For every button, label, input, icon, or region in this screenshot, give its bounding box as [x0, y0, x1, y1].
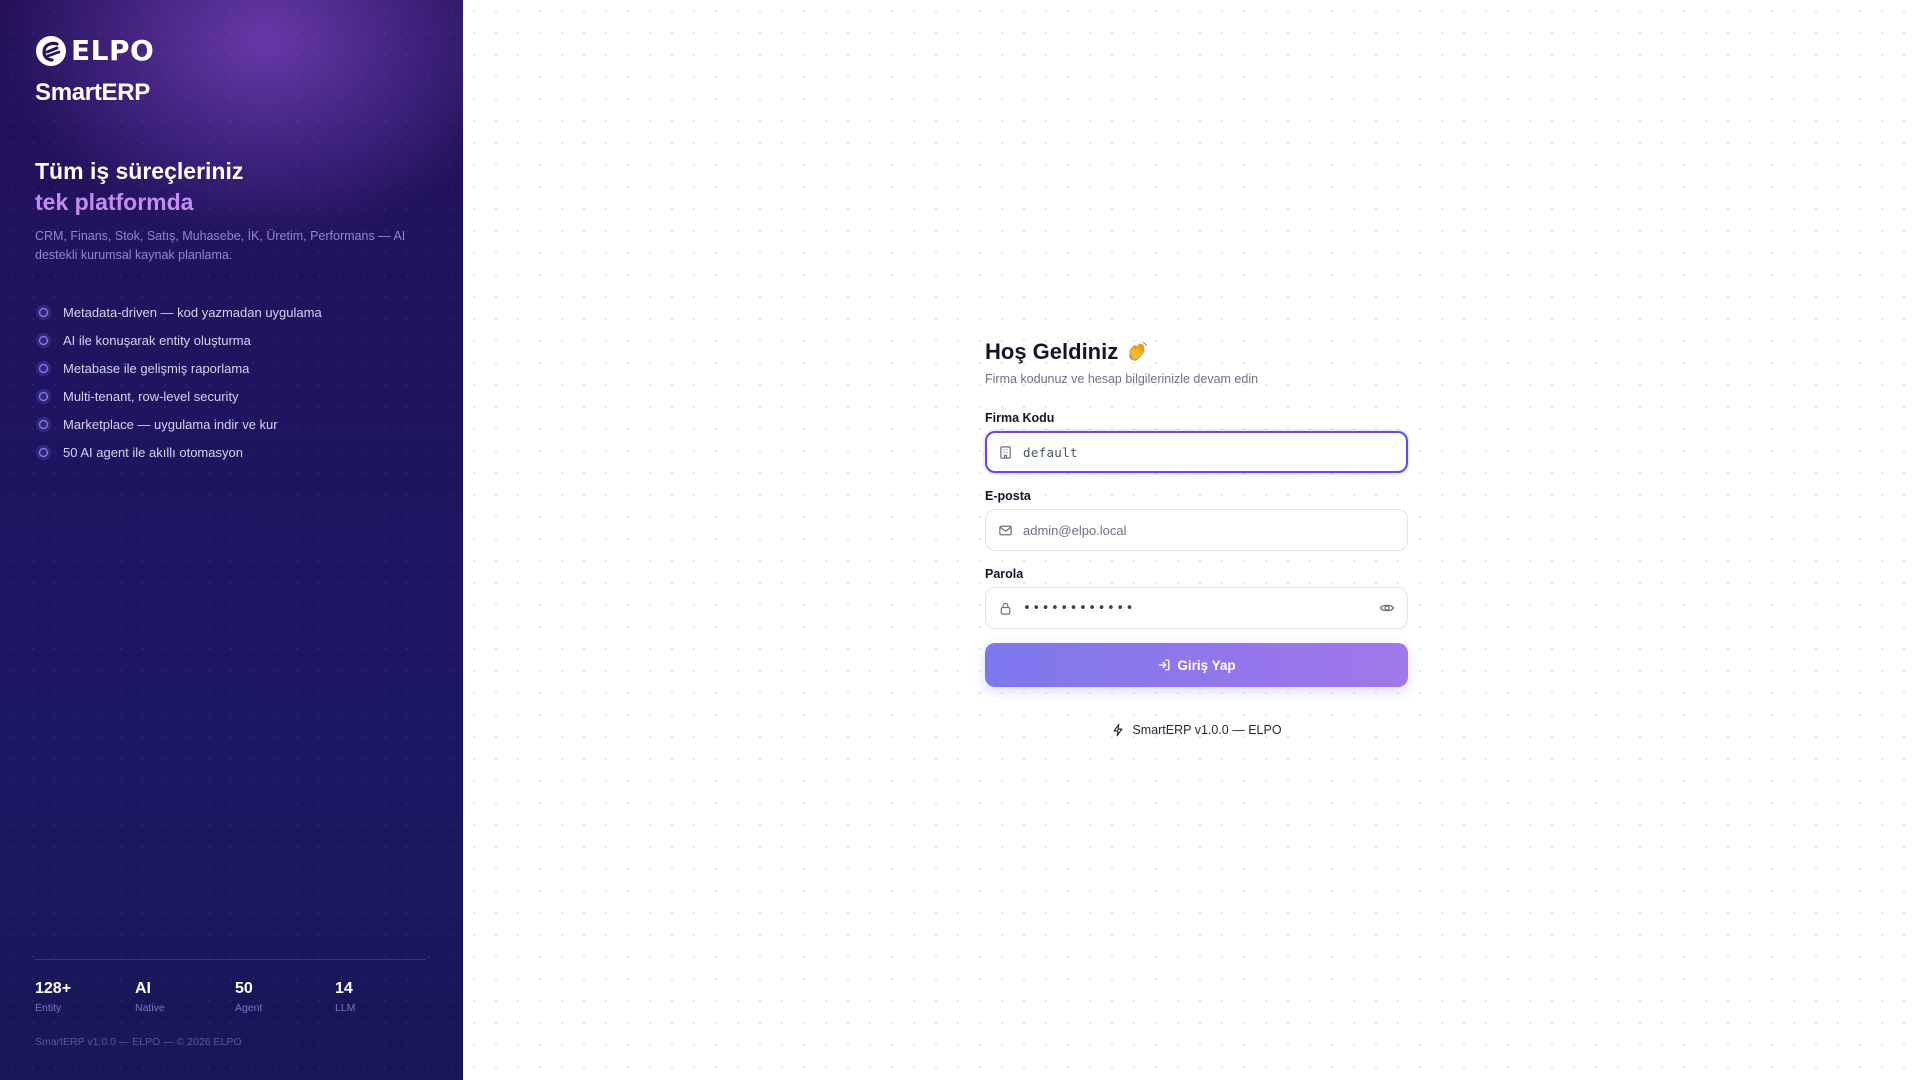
brand-description: CRM, Finans, Stok, Satış, Muhasebe, İK, …	[35, 229, 406, 262]
tagline-line-1: Tüm iş süreçleriniz	[35, 158, 244, 184]
email-box[interactable]	[985, 509, 1408, 551]
company-code-label: Firma Kodu	[985, 411, 1055, 425]
version-text: SmartERP v1.0.0 — ELPO	[1132, 723, 1282, 737]
feature-item: Multi-tenant, row-level security	[35, 382, 322, 410]
feature-item: Marketplace — uygulama indir ve kur	[35, 410, 322, 438]
stat-value: 14	[335, 980, 353, 997]
elpo-logo: ELPO	[35, 34, 154, 67]
welcome-title-text: Hoş Geldiniz	[985, 339, 1119, 364]
mail-icon	[999, 525, 1012, 535]
check-circle-icon	[35, 416, 52, 432]
stat-value: 128+	[35, 980, 72, 997]
feature-label: Metadata-driven — kod yazmadan uygulama	[63, 304, 322, 320]
tagline-line-2: tek platformda	[35, 189, 194, 215]
building-icon	[1000, 445, 1011, 459]
password-group: Parola ••••••••••••	[985, 567, 1408, 629]
password-label: Parola	[985, 567, 1024, 581]
feature-item: 50 AI agent ile akıllı otomasyon	[35, 438, 322, 466]
brand-panel: ELPO SmartERP Tüm iş süreçleriniz tek pl…	[0, 0, 463, 1080]
bolt-icon	[1113, 723, 1123, 737]
stat-label: Entity	[35, 1002, 62, 1014]
feature-item: Metabase ile gelişmiş raporlama	[35, 354, 322, 382]
stat-value: AI	[135, 980, 151, 997]
feature-label: AI ile konuşarak entity oluşturma	[63, 332, 251, 348]
password-input[interactable]: ••••••••••••	[1023, 601, 1379, 616]
check-circle-icon	[35, 360, 52, 376]
check-circle-icon	[35, 304, 52, 320]
waving-hand-icon	[1129, 341, 1148, 361]
copyright-footer: SmartERP v1.0.0 — ELPO — © 2026 ELPO	[35, 1036, 242, 1048]
welcome-heading: Hoş Geldiniz	[985, 337, 1408, 367]
login-form: Hoş Geldiniz Firma kodunuz ve hesap bilg…	[985, 337, 1408, 737]
eye-icon[interactable]	[1379, 600, 1395, 616]
email-input[interactable]	[1023, 522, 1395, 538]
feature-item: AI ile konuşarak entity oluşturma	[35, 326, 322, 354]
feature-label: Marketplace — uygulama indir ve kur	[63, 416, 278, 432]
log-in-icon	[1158, 659, 1170, 671]
elpo-logo-icon	[36, 35, 66, 66]
stat-agent: 50 Agent	[235, 979, 335, 1014]
stat-label: Native	[135, 1002, 165, 1014]
stat-label: LLM	[335, 1002, 356, 1014]
stats-divider	[35, 959, 426, 960]
company-code-group: Firma Kodu	[985, 411, 1408, 473]
company-code-box[interactable]	[985, 431, 1408, 473]
check-circle-icon	[35, 332, 52, 348]
stat-llm: 14 LLM	[335, 979, 435, 1014]
company-code-input[interactable]	[1023, 444, 1395, 460]
feature-label: 50 AI agent ile akıllı otomasyon	[63, 444, 243, 460]
check-circle-icon	[35, 444, 52, 460]
email-label: E-posta	[985, 489, 1031, 503]
feature-label: Metabase ile gelişmiş raporlama	[63, 360, 250, 376]
welcome-subtitle: Firma kodunuz ve hesap bilgilerinizle de…	[985, 372, 1259, 386]
feature-label: Multi-tenant, row-level security	[63, 388, 239, 404]
email-group: E-posta	[985, 489, 1408, 551]
login-button[interactable]: Giriş Yap	[985, 643, 1408, 687]
lock-icon	[1000, 602, 1011, 615]
stat-label: Agent	[235, 1002, 263, 1014]
stat-value: 50	[235, 980, 253, 997]
version-info: SmartERP v1.0.0 — ELPO	[985, 723, 1408, 737]
tagline: Tüm iş süreçleriniz tek platformda	[35, 156, 243, 218]
stat-ai: AI Native	[135, 979, 235, 1014]
brand-content: ELPO SmartERP Tüm iş süreçleriniz tek pl…	[35, 0, 428, 1080]
logo-text: ELPO	[71, 34, 155, 67]
feature-item: Metadata-driven — kod yazmadan uygulama	[35, 298, 322, 326]
stats-row: 128+ Entity AI Native 50 Agent 14 LLM	[35, 979, 435, 1014]
login-button-label: Giriş Yap	[1177, 657, 1236, 673]
password-box[interactable]: ••••••••••••	[985, 587, 1408, 629]
check-circle-icon	[35, 388, 52, 404]
login-area: Hoş Geldiniz Firma kodunuz ve hesap bilg…	[463, 0, 1920, 1080]
feature-list: Metadata-driven — kod yazmadan uygulama …	[35, 298, 322, 466]
product-name: SmartERP	[35, 79, 150, 106]
stat-entity: 128+ Entity	[35, 979, 135, 1014]
